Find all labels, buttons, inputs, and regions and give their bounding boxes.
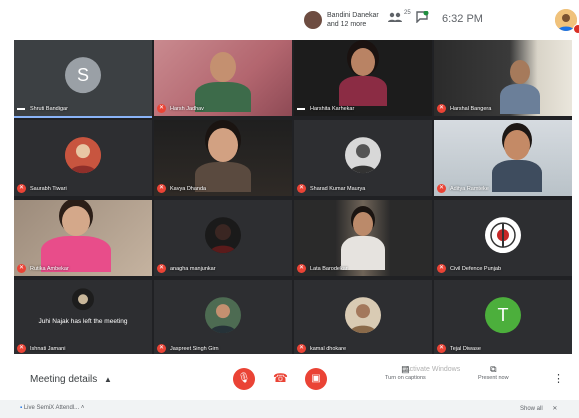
camera-toggle-button[interactable]: ▣ xyxy=(305,368,327,390)
participant-photo-avatar xyxy=(65,137,101,174)
mic-off-icon: ✕ xyxy=(17,184,26,193)
active-speaker-bar xyxy=(14,116,152,118)
participant-initial-avatar: S xyxy=(65,57,101,94)
mic-off-icon: ✕ xyxy=(297,184,306,193)
participant-tile[interactable]: ✕ Lata Barodekar xyxy=(294,200,432,276)
participant-name: Rutika Ambekar xyxy=(30,266,69,272)
meeting-top-bar: Bandini Danekar and 12 more 25 6:32 PM xyxy=(14,0,579,40)
participant-name: Saurabh Tiwari xyxy=(30,186,67,192)
mic-off-icon: ✕ xyxy=(157,184,166,193)
participant-tile[interactable]: ✕ Civil Defence Punjab xyxy=(434,200,572,276)
participant-initial-avatar: T xyxy=(485,297,521,334)
participant-tile[interactable]: ✕ Harsh Jadhav xyxy=(154,40,292,116)
mic-off-icon: ✕ xyxy=(437,264,446,273)
civil-defence-logo-icon xyxy=(485,217,521,254)
participant-tile[interactable]: ✕ Harshal Bangera xyxy=(434,40,572,116)
participant-name: Shruti Bandigar xyxy=(30,106,68,112)
left-meeting-notice: Juhi Najak has left the meeting xyxy=(38,318,128,325)
mic-off-icon: ✕ xyxy=(437,104,446,113)
presenter-info[interactable]: Bandini Danekar and 12 more xyxy=(304,6,379,34)
participant-tile[interactable]: ✕ anagha manjunkar xyxy=(154,200,292,276)
participant-tile[interactable]: ✕ Kavya Dhanda xyxy=(154,120,292,196)
mic-off-icon: ✕ xyxy=(297,344,306,353)
mic-off-icon: ✕ xyxy=(157,344,166,353)
participant-tile[interactable]: ✕ Saurabh Tiwari xyxy=(14,120,152,196)
participant-tile[interactable]: T ✕ Tejal Diwase xyxy=(434,280,572,356)
downloaded-file-name: Live SemiX Attendl... xyxy=(23,405,80,411)
participant-name: Civil Defence Punjab xyxy=(450,266,502,272)
participant-tile[interactable]: Juhi Najak has left the meeting ✕ Ishnat… xyxy=(14,280,152,356)
present-now-button[interactable]: ⧉ Present now xyxy=(478,364,509,381)
mic-off-icon: ✕ xyxy=(297,264,306,273)
participant-name: Harsh Jadhav xyxy=(170,106,204,112)
speaking-indicator-icon xyxy=(297,108,305,110)
participant-name: Sharad Kumar Maurya xyxy=(310,186,366,192)
mic-off-icon: 🎙︎ xyxy=(237,373,251,384)
downloaded-file-item[interactable]: ▪ Live SemiX Attendl... ˄ xyxy=(20,405,84,411)
phone-hangup-icon: ☎ xyxy=(273,371,288,385)
mic-toggle-button[interactable]: 🎙︎ xyxy=(233,368,255,390)
alert-badge xyxy=(573,24,579,34)
participant-name: Harshal Bangera xyxy=(450,106,492,112)
participant-name: Kavya Dhanda xyxy=(170,186,207,192)
clock: 6:32 PM xyxy=(442,13,483,25)
captions-label: Turn on captions xyxy=(385,375,426,381)
presenter-avatar xyxy=(304,11,322,29)
participant-photo-avatar xyxy=(72,288,94,311)
participant-photo-avatar xyxy=(205,217,241,254)
present-screen-icon: ⧉ xyxy=(490,364,497,374)
download-bar: ▪ Live SemiX Attendl... ˄ Show all ✕ xyxy=(0,400,579,418)
mic-off-icon: ✕ xyxy=(157,104,166,113)
participant-tile[interactable]: S Shruti Bandigar xyxy=(14,40,152,116)
show-all-button[interactable]: Show all ✕ xyxy=(520,405,557,412)
participant-name: anagha manjunkar xyxy=(170,266,216,272)
participant-tile[interactable]: ✕ kamal dhokare xyxy=(294,280,432,356)
leave-call-button[interactable]: ☎ xyxy=(273,371,288,385)
meeting-details-button[interactable]: Meeting details ▲ xyxy=(30,374,112,385)
meeting-controls-bar: Meeting details ▲ 🎙︎ ☎ ▣ Activate Window… xyxy=(0,354,579,400)
mic-off-icon: ✕ xyxy=(437,184,446,193)
present-now-label: Present now xyxy=(478,375,509,381)
participant-tile[interactable]: ✕ Rutika Ambekar xyxy=(14,200,152,276)
camera-off-icon: ▣ xyxy=(311,373,321,384)
mic-off-icon: ✕ xyxy=(17,344,26,353)
participant-tile[interactable]: Harshita Karhekar xyxy=(294,40,432,116)
participant-name: Tejal Diwase xyxy=(450,346,481,352)
participant-tile[interactable]: ✕ Sharad Kumar Maurya xyxy=(294,120,432,196)
participant-grid: S Shruti Bandigar ✕ Harsh Jadhav Harshit… xyxy=(14,40,572,356)
participant-name: Harshita Karhekar xyxy=(310,106,355,112)
participant-name: Ishnati Jamani xyxy=(30,346,66,352)
chat-icon[interactable] xyxy=(416,10,429,26)
speaking-indicator-icon xyxy=(17,108,25,110)
participant-photo-avatar xyxy=(345,137,381,174)
participant-name: Jaspreet Singh Girn xyxy=(170,346,219,352)
file-icon: ▪ xyxy=(20,405,23,411)
mic-off-icon: ✕ xyxy=(437,344,446,353)
people-icon[interactable] xyxy=(388,11,402,26)
captions-button[interactable]: ▤ Turn on captions xyxy=(385,364,426,381)
participant-name: kamal dhokare xyxy=(310,346,347,352)
show-all-label: Show all xyxy=(520,406,543,412)
chevron-up-icon: ˄ xyxy=(80,405,85,411)
participant-count: 25 xyxy=(404,10,411,16)
participant-tile[interactable]: ✕ Aditya Ramteke xyxy=(434,120,572,196)
presenter-more: and 12 more xyxy=(327,21,367,28)
meeting-details-label: Meeting details xyxy=(30,374,98,385)
captions-icon: ▤ xyxy=(401,364,410,374)
mic-off-icon: ✕ xyxy=(157,264,166,273)
participant-name: Aditya Ramteke xyxy=(450,186,489,192)
chevron-up-icon: ▲ xyxy=(104,375,112,384)
participant-photo-avatar xyxy=(205,297,241,334)
presenter-name: Bandini Danekar xyxy=(327,12,379,19)
close-icon[interactable]: ✕ xyxy=(552,406,557,412)
participant-tile[interactable]: ✕ Jaspreet Singh Girn xyxy=(154,280,292,356)
participant-name: Lata Barodekar xyxy=(310,266,348,272)
participant-photo-avatar xyxy=(345,297,381,334)
more-options-icon[interactable]: ⋮ xyxy=(553,372,564,385)
mic-off-icon: ✕ xyxy=(17,264,26,273)
